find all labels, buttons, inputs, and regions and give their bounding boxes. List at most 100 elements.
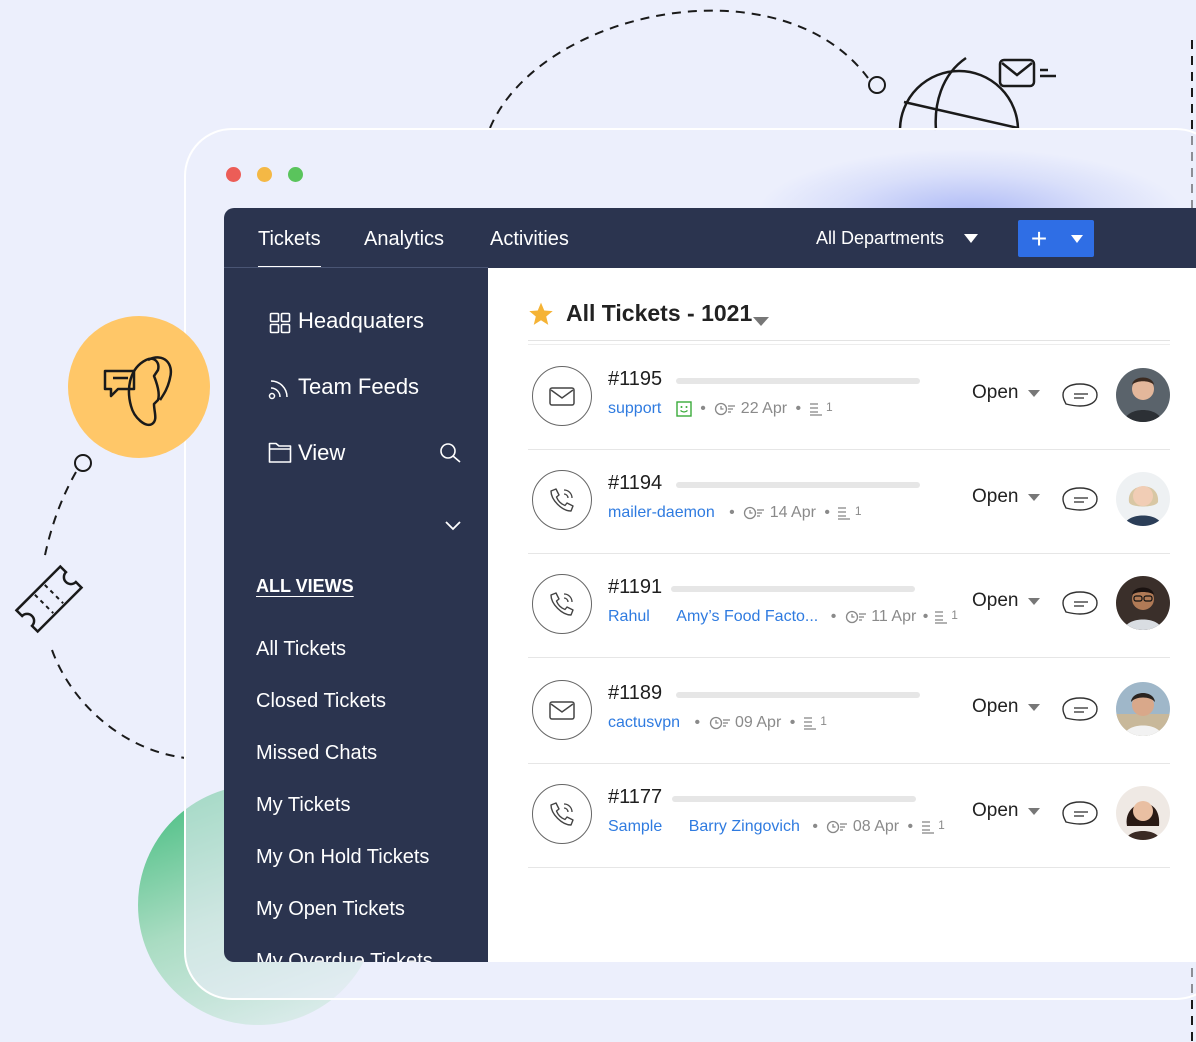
contact-name[interactable]: support xyxy=(608,400,661,418)
tab-analytics[interactable]: Analytics xyxy=(364,208,444,268)
account-name[interactable]: Amy’s Food Facto... xyxy=(676,608,818,626)
ticket-meta: mailer-daemon • 14 Apr • 1 xyxy=(608,504,862,522)
due-clock-icon xyxy=(827,820,848,834)
avatar[interactable] xyxy=(1116,576,1170,630)
window-minimize-button[interactable] xyxy=(257,167,272,182)
ticket-subject-placeholder xyxy=(672,796,916,802)
phone-channel-icon xyxy=(532,574,592,634)
ticket-date: 08 Apr xyxy=(852,818,900,835)
add-new-button[interactable]: + xyxy=(1018,220,1094,257)
chevron-down-icon[interactable] xyxy=(752,316,770,328)
feed-icon xyxy=(268,380,288,400)
status-dropdown[interactable]: Open xyxy=(972,800,1018,822)
window-maximize-button[interactable] xyxy=(288,167,303,182)
view-item-my-on-hold-tickets[interactable]: My On Hold Tickets xyxy=(256,846,429,869)
phone-channel-icon xyxy=(532,784,592,844)
ticket-row[interactable]: #1191 Rahul Amy’s Food Facto... • 11 Apr… xyxy=(528,554,1170,658)
chevron-down-icon[interactable] xyxy=(1028,808,1040,815)
sidebar: Headquaters Team Feeds View ALL VIEWS Al… xyxy=(224,268,488,962)
view-item-missed-chats[interactable]: Missed Chats xyxy=(256,742,377,765)
tab-activities[interactable]: Activities xyxy=(490,208,569,268)
chevron-down-icon[interactable] xyxy=(1028,598,1040,605)
avatar[interactable] xyxy=(1116,682,1170,736)
ticket-row[interactable]: #1177 Sample Barry Zingovich • 08 Apr • … xyxy=(528,764,1170,868)
comment-icon[interactable] xyxy=(1062,590,1098,616)
thread-list-icon xyxy=(809,403,822,416)
chevron-down-icon[interactable] xyxy=(1028,494,1040,501)
view-item-all-tickets[interactable]: All Tickets xyxy=(256,638,346,661)
ticket-id[interactable]: #1191 xyxy=(608,576,662,599)
ticket-id[interactable]: #1177 xyxy=(608,786,662,809)
ticket-meta: Rahul Amy’s Food Facto... • 11 Apr • 1 xyxy=(608,608,958,626)
divider xyxy=(528,344,1170,345)
helpdesk-app: Tickets Analytics Activities All Departm… xyxy=(224,208,1196,962)
folder-icon xyxy=(268,442,292,463)
ticket-subject-placeholder xyxy=(676,378,920,384)
ticket-subject-placeholder xyxy=(676,692,920,698)
ticket-meta: cactusvpn • 09 Apr • 1 xyxy=(608,714,827,732)
ticket-row[interactable]: #1195 support • 22 Apr • 1 Open xyxy=(528,346,1170,450)
avatar[interactable] xyxy=(1116,786,1170,840)
comment-icon[interactable] xyxy=(1062,696,1098,722)
view-item-my-open-tickets[interactable]: My Open Tickets xyxy=(256,898,405,921)
thread-list-icon xyxy=(921,821,934,834)
view-item-closed-tickets[interactable]: Closed Tickets xyxy=(256,690,386,713)
thread-count: 1 xyxy=(951,608,958,622)
top-navigation-bar: Tickets Analytics Activities All Departm… xyxy=(224,208,1196,268)
due-clock-icon xyxy=(709,716,730,730)
tab-tickets[interactable]: Tickets xyxy=(258,208,321,268)
avatar[interactable] xyxy=(1116,472,1170,526)
sidebar-item-team-feeds[interactable]: Team Feeds xyxy=(298,374,419,400)
ticket-date: 22 Apr xyxy=(740,400,788,417)
ticket-id[interactable]: #1194 xyxy=(608,472,662,495)
search-icon[interactable] xyxy=(438,441,462,465)
department-selector[interactable]: All Departments xyxy=(816,208,944,268)
status-dropdown[interactable]: Open xyxy=(972,382,1018,404)
contact-name[interactable]: Rahul xyxy=(608,608,650,626)
happy-face-icon xyxy=(676,401,692,417)
view-item-my-tickets[interactable]: My Tickets xyxy=(256,794,350,817)
ticket-meta: Sample Barry Zingovich • 08 Apr • 1 xyxy=(608,818,945,836)
contact-name[interactable]: Sample xyxy=(608,818,662,836)
chevron-down-icon[interactable] xyxy=(964,234,978,243)
chevron-down-icon[interactable] xyxy=(1028,704,1040,711)
account-name[interactable]: Barry Zingovich xyxy=(689,818,800,836)
status-dropdown[interactable]: Open xyxy=(972,590,1018,612)
comment-icon[interactable] xyxy=(1062,800,1098,826)
ticket-icon xyxy=(14,564,84,634)
view-title[interactable]: All Tickets - 1021 xyxy=(566,300,752,327)
ticket-id[interactable]: #1195 xyxy=(608,368,662,391)
chevron-down-icon[interactable] xyxy=(1028,390,1040,397)
divider xyxy=(528,340,1170,341)
ticket-subject-placeholder xyxy=(671,586,915,592)
view-item-my-overdue-tickets[interactable]: My Overdue Tickets xyxy=(256,950,433,962)
sidebar-item-view[interactable]: View xyxy=(298,440,345,466)
chevron-down-icon[interactable] xyxy=(444,520,462,532)
phone-chat-icon xyxy=(68,316,210,458)
chevron-down-icon[interactable] xyxy=(1071,235,1083,243)
email-channel-icon xyxy=(532,366,592,426)
globe-mail-icon xyxy=(898,56,1056,131)
contact-name[interactable]: cactusvpn xyxy=(608,714,680,732)
ticket-row[interactable]: #1189 cactusvpn • 09 Apr • 1 Open xyxy=(528,660,1170,764)
ticket-date: 11 Apr xyxy=(871,608,917,625)
email-channel-icon xyxy=(532,680,592,740)
due-clock-icon xyxy=(845,610,866,624)
plus-icon[interactable]: + xyxy=(1028,224,1050,253)
comment-icon[interactable] xyxy=(1062,382,1098,408)
sidebar-item-headquaters[interactable]: Headquaters xyxy=(298,308,424,334)
avatar[interactable] xyxy=(1116,368,1170,422)
ticket-row[interactable]: #1194 mailer-daemon • 14 Apr • 1 Open xyxy=(528,450,1170,554)
star-icon[interactable] xyxy=(528,301,554,327)
window-close-button[interactable] xyxy=(226,167,241,182)
status-dropdown[interactable]: Open xyxy=(972,486,1018,508)
status-dropdown[interactable]: Open xyxy=(972,696,1018,718)
all-views-header[interactable]: ALL VIEWS xyxy=(256,576,354,597)
comment-icon[interactable] xyxy=(1062,486,1098,512)
thread-list-icon xyxy=(934,611,947,624)
ticket-list-panel: All Tickets - 1021 #1195 support • 22 Ap… xyxy=(488,268,1196,962)
contact-name[interactable]: mailer-daemon xyxy=(608,504,715,522)
ticket-id[interactable]: #1189 xyxy=(608,682,662,705)
due-clock-icon xyxy=(744,506,765,520)
ticket-date: 09 Apr xyxy=(735,714,782,731)
